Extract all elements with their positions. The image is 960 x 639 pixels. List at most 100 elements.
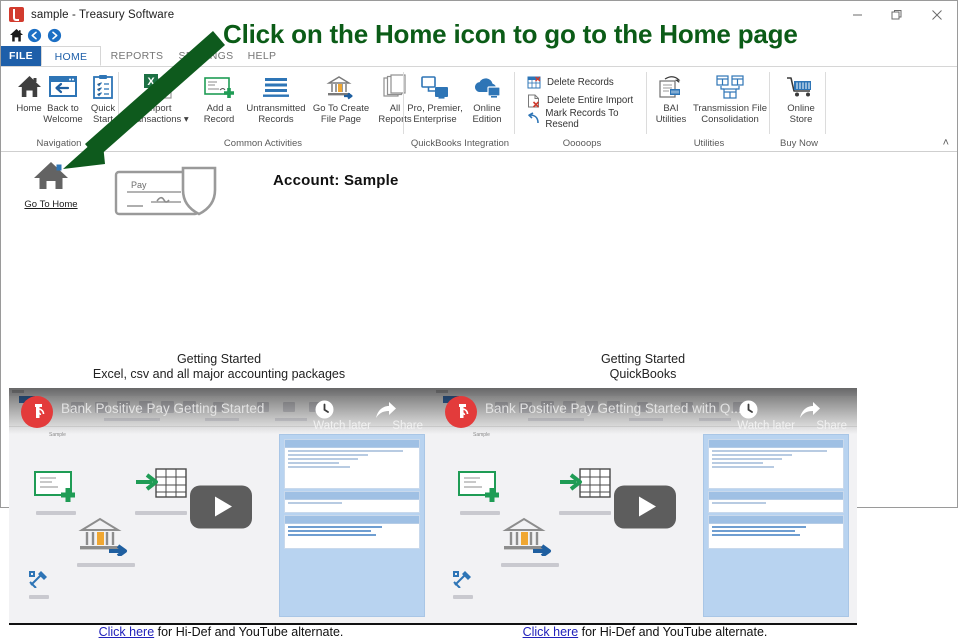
ribbon-button-label-2: Records [258,114,294,125]
hidef-link-left: Click here for Hi-Def and YouTube altern… [9,625,433,639]
check-shield-icon: Pay [113,162,231,229]
video-title[interactable]: Bank Positive Pay Getting Started with Q… [485,401,742,416]
ribbon-button-untransmitted-records[interactable]: Untransmitted Records [240,70,312,125]
ribbon-button-label: Add a [206,103,232,114]
hidef-link-right: Click here for Hi-Def and YouTube altern… [433,625,857,639]
section-heading-line2: Excel, csv and all major accounting pack… [92,367,346,381]
forward-arrow-icon[interactable] [47,28,62,48]
thumbnail-icon-caption [29,595,49,599]
hidef-caption: for Hi-Def and YouTube alternate. [578,625,768,639]
back-arrow-icon[interactable] [27,28,42,48]
ribbon-button-transmission-file-consolidation[interactable]: Transmission File Consolidation [691,70,769,125]
ribbon-button-online-edition[interactable]: Online Edition [461,70,513,125]
click-here-link[interactable]: Click here [99,625,155,639]
file-consolidation-icon [691,70,769,100]
thumbnail-info-box-header [285,440,419,448]
ribbon-button-import-transactions[interactable]: X Import Transactions ▾ [125,70,191,125]
close-button[interactable] [917,1,957,28]
thumbnail-info-box [708,515,844,549]
ribbon-button-label-2: File Page [320,114,362,125]
watch-later-label[interactable]: Watch later [313,420,371,432]
ribbon-button-label: Online [473,103,501,114]
ribbon-divider [769,72,770,134]
hidef-caption: for Hi-Def and YouTube alternate. [154,625,344,639]
ribbon-group-label: Ooooops [562,138,602,149]
ribbon-divider [403,72,404,134]
thumbnail-add-record-icon [31,468,83,515]
ribbon-button-pro-premier-enterprise[interactable]: Pro, Premier, Enterprise [407,70,463,125]
ribbon-button-label: Go To Create [312,103,370,114]
thumbnail-icon-caption [453,595,473,599]
video-title[interactable]: Bank Positive Pay Getting Started [61,401,264,416]
bai-utilities-icon [649,70,693,100]
ribbon-button-delete-records[interactable]: Delete Records [525,74,614,91]
thumbnail-icon-caption [460,511,500,515]
ribbon-button-label-2: Edition [472,114,502,125]
delete-import-icon [525,93,543,108]
ribbon-button-delete-entire-import[interactable]: Delete Entire Import [525,92,633,109]
ribbon-button-bai-utilities[interactable]: BAI Utilities [649,70,693,125]
ribbon-group-label: QuickBooks Integration [410,138,510,149]
collapse-ribbon-button[interactable]: ˄ [943,137,949,149]
window-controls [837,1,957,28]
tab-file[interactable]: FILE [1,46,41,66]
ribbon-group-utilities: BAI Utilities Transmission File Consolid… [649,67,769,151]
treasury-software-logo-icon [445,396,477,428]
click-here-link[interactable]: Click here [523,625,579,639]
share-label[interactable]: Share [392,420,423,432]
ribbon-small-label: Delete Entire Import [547,95,634,106]
thumbnail-setup-icon [25,568,53,599]
play-button-icon[interactable] [190,485,252,528]
ribbon-button-label: BAI [663,103,679,114]
ribbon-button-label: Import [144,103,172,114]
ribbon-button-label-2: Utilities [655,114,687,125]
go-to-home-button[interactable]: Go To Home [23,160,79,210]
ribbon-button-add-a-record[interactable]: Add a Record [191,70,247,125]
thumbnail-icon-caption [135,511,187,515]
ribbon-group-quickbooks-integration: Pro, Premier, Enterprise Online Edition … [407,67,513,151]
thumbnail-go-to-create-file-icon [75,516,139,567]
ribbon-button-label-2: Enterprise [413,114,457,125]
video-player-left[interactable]: Sample Bank Positive Pay Getting Started… [9,388,433,625]
thumbnail-info-box [284,515,420,549]
ribbon-divider [646,72,647,134]
treasury-software-logo-icon [21,396,53,428]
thumbnail-add-record-icon [455,468,507,515]
thumbnail-info-panel [279,434,425,617]
ribbon-small-label: Delete Records [547,77,614,88]
excel-import-icon: X [125,70,191,100]
ribbon-group-label: Utilities [693,138,725,149]
ribbon-divider [514,72,515,134]
tab-reports[interactable]: REPORTS [101,46,173,66]
section-heading-left: Getting Started Excel, csv and all major… [9,352,429,382]
share-label[interactable]: Share [816,420,847,432]
maximize-button[interactable] [877,1,917,28]
thumbnail-info-box [708,439,844,489]
svg-text:X: X [147,76,155,88]
ribbon-button-label-2: Consolidation [701,114,759,125]
ribbon-button-label-2: Store [789,114,813,125]
section-heading-line1: Getting Started [600,352,686,366]
ribbon-button-go-to-create-file-page[interactable]: Go To Create File Page [309,70,373,125]
thumbnail-info-box-header [285,516,419,524]
ribbon-button-mark-records-to-resend[interactable]: Mark Records To Resend [525,108,645,130]
add-record-icon [191,70,247,100]
video-player-right[interactable]: Sample Bank Positive Pay Getting Started… [433,388,857,625]
home-icon [31,162,71,196]
play-button-icon[interactable] [614,485,676,528]
watch-later-label[interactable]: Watch later [737,420,795,432]
app-icon [9,7,24,22]
section-heading-line1: Getting Started [176,352,262,366]
tab-home[interactable]: HOME [41,46,101,66]
svg-text:Pay: Pay [131,180,147,190]
minimize-button[interactable] [837,1,877,28]
application-window: sample - Treasury Software FILE HOME REP… [0,0,958,639]
shopping-cart-icon [773,70,829,100]
ribbon-group-navigation: Home Back to Welcome Quick Start Navigat… [1,67,117,151]
undo-resend-icon [525,111,541,126]
ribbon-button-online-store[interactable]: Online Store [773,70,829,125]
bank-file-icon [309,70,373,100]
thumbnail-icon-caption [77,563,135,567]
thumbnail-setup-icon [449,568,477,599]
section-heading-right: Getting Started QuickBooks [433,352,853,382]
